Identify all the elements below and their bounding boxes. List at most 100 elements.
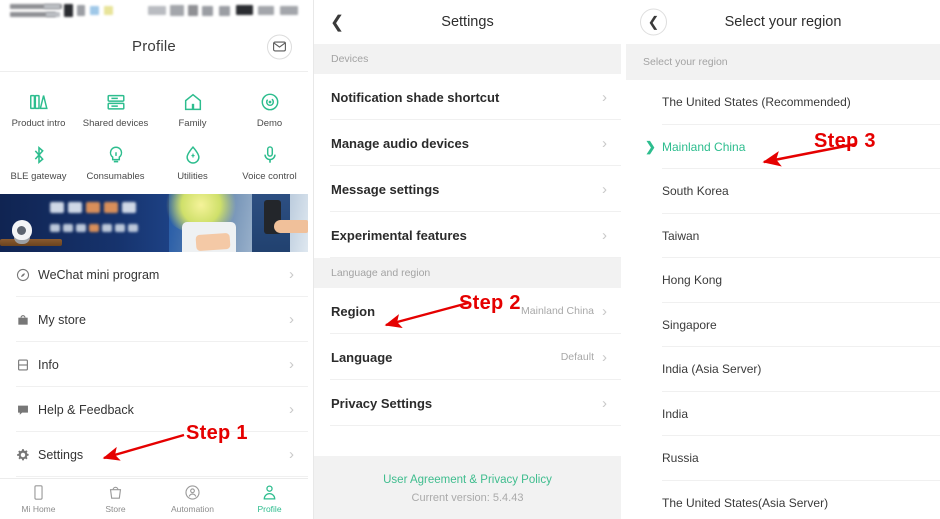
panel-select-region: ❮ Select your region Select your region …: [626, 0, 940, 519]
shortcut-label: Voice control: [242, 171, 297, 182]
chevron-left-icon[interactable]: ❮: [330, 14, 344, 31]
settings-row-label: Manage audio devices: [331, 135, 469, 151]
profile-menu-list: WeChat mini program › My store › Info › …: [0, 252, 308, 477]
region-item-india-asia-server[interactable]: India (Asia Server): [626, 347, 940, 392]
device-icon: [34, 485, 43, 500]
chevron-right-icon: ›: [289, 356, 294, 373]
info-book-icon: [16, 358, 38, 372]
store-bag-icon: [16, 313, 38, 327]
gear-icon: [16, 448, 38, 462]
chevron-right-icon: ›: [289, 266, 294, 283]
shortcut-utilities[interactable]: Utilities: [154, 135, 231, 188]
lightbulb-icon: [105, 140, 127, 166]
shortcut-grid: Product intro Shared devices Family Demo…: [0, 72, 308, 194]
shortcut-ble-gateway[interactable]: BLE gateway: [0, 135, 77, 188]
target-circle-icon: [259, 87, 281, 113]
region-item-taiwan[interactable]: Taiwan: [626, 213, 940, 258]
panel-settings: ❮ Settings Devices Notification shade sh…: [313, 0, 621, 519]
shortcut-voice-control[interactable]: Voice control: [231, 135, 308, 188]
shortcut-label: Consumables: [86, 171, 145, 182]
chevron-right-icon: ›: [602, 180, 607, 198]
basket-icon: [109, 486, 122, 499]
region-item-russia[interactable]: Russia: [626, 436, 940, 481]
tab-label: Automation: [171, 504, 214, 514]
region-list: The United States (Recommended) ❯ Mainla…: [626, 80, 940, 519]
books-icon: [28, 87, 50, 113]
menu-item-wechat-mini-program[interactable]: WeChat mini program ›: [0, 252, 308, 297]
settings-row-privacy-settings[interactable]: Privacy Settings ›: [314, 380, 621, 426]
tab-label: Profile: [257, 504, 282, 514]
settings-row-value: Default: [560, 351, 594, 363]
tab-mi-home[interactable]: Mi Home: [0, 479, 77, 519]
shortcut-label: BLE gateway: [10, 171, 67, 182]
region-item-singapore[interactable]: Singapore: [626, 302, 940, 347]
menu-item-help-feedback[interactable]: Help & Feedback ›: [0, 387, 308, 432]
tab-store[interactable]: Store: [77, 479, 154, 519]
shortcut-label: Shared devices: [82, 118, 149, 129]
person-icon: [263, 485, 276, 500]
shortcut-label: Demo: [256, 118, 283, 129]
shortcut-demo[interactable]: Demo: [231, 82, 308, 135]
section-header-language-and-region: Language and region: [314, 258, 621, 288]
tab-automation[interactable]: Automation: [154, 479, 231, 519]
wechat-icon: [16, 268, 38, 282]
settings-device-list: Notification shade shortcut › Manage aud…: [314, 74, 621, 258]
chevron-right-icon: ›: [289, 401, 294, 418]
settings-row-experimental-features[interactable]: Experimental features ›: [314, 212, 621, 258]
region-label: The United States(Asia Server): [662, 495, 829, 510]
menu-item-settings[interactable]: Settings ›: [0, 432, 308, 477]
settings-row-value: Mainland China: [521, 305, 594, 317]
promo-banner[interactable]: [0, 194, 308, 252]
shortcut-consumables[interactable]: Consumables: [77, 135, 154, 188]
settings-row-notification-shade-shortcut[interactable]: Notification shade shortcut ›: [314, 74, 621, 120]
settings-row-message-settings[interactable]: Message settings ›: [314, 166, 621, 212]
chevron-right-icon: ›: [602, 88, 607, 106]
region-item-the-united-states-asia-server[interactable]: The United States(Asia Server): [626, 480, 940, 519]
settings-row-label: Experimental features: [331, 227, 467, 243]
menu-item-label: Settings: [38, 447, 84, 462]
step2-label: Step 2: [459, 292, 521, 314]
banner-cushion: [195, 232, 231, 252]
shortcut-shared-devices[interactable]: Shared devices: [77, 82, 154, 135]
section-header-select-your-region: Select your region: [626, 44, 940, 80]
region-item-the-united-states-recommended[interactable]: The United States (Recommended): [626, 80, 940, 125]
region-label: The United States (Recommended): [662, 95, 851, 110]
menu-item-info[interactable]: Info ›: [0, 342, 308, 387]
menu-item-my-store[interactable]: My store ›: [0, 297, 308, 342]
panel-profile: Profile Product intro Shared devices Fam…: [0, 0, 308, 519]
water-drop-icon: [182, 140, 204, 166]
shortcut-label: Product intro: [11, 118, 66, 129]
settings-row-language[interactable]: Language Default ›: [314, 334, 621, 380]
mail-icon[interactable]: [267, 34, 292, 59]
banner-text-blurred: [50, 202, 150, 242]
region-item-mainland-china[interactable]: ❯ Mainland China: [626, 124, 940, 169]
page-title: Profile: [132, 38, 176, 55]
profile-header: Profile: [0, 22, 308, 72]
region-item-south-korea[interactable]: South Korea: [626, 169, 940, 214]
server-stack-icon: [105, 87, 127, 113]
shortcut-family[interactable]: Family: [154, 82, 231, 135]
settings-row-label: Notification shade shortcut: [331, 89, 500, 105]
chevron-left-icon[interactable]: ❮: [640, 8, 667, 36]
chevron-right-icon: ›: [602, 302, 607, 320]
settings-row-manage-audio-devices[interactable]: Manage audio devices ›: [314, 120, 621, 166]
tab-label: Store: [105, 504, 126, 514]
user-agreement-link[interactable]: User Agreement & Privacy Policy: [314, 474, 621, 486]
settings-row-label: Privacy Settings: [331, 395, 433, 411]
step3-label: Step 3: [814, 130, 876, 152]
banner-hand: [274, 220, 308, 233]
region-nav-bar: ❮ Select your region: [626, 0, 940, 44]
shortcut-label: Family: [178, 118, 207, 129]
shortcut-product-intro[interactable]: Product intro: [0, 82, 77, 135]
chevron-right-icon: ›: [602, 348, 607, 366]
microphone-icon: [259, 140, 281, 166]
menu-item-label: Help & Feedback: [38, 402, 134, 417]
page-title: Settings: [441, 14, 494, 30]
region-label: South Korea: [662, 184, 729, 199]
step1-label: Step 1: [186, 422, 248, 444]
chevron-right-icon: ›: [602, 134, 607, 152]
region-item-hong-kong[interactable]: Hong Kong: [626, 258, 940, 303]
tab-profile[interactable]: Profile: [231, 479, 308, 519]
shortcut-row-2: BLE gateway Consumables Utilities Voice …: [0, 135, 308, 188]
region-item-india[interactable]: India: [626, 391, 940, 436]
